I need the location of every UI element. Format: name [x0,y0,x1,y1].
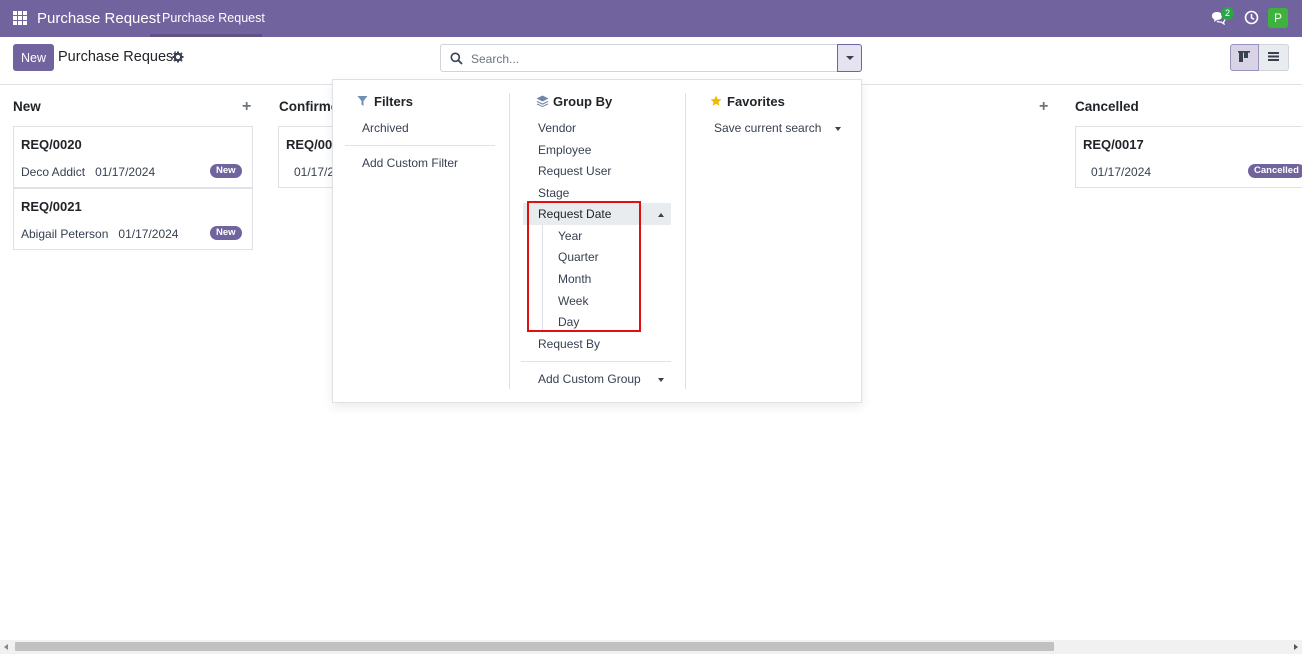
card-reference: REQ/0020 [21,137,82,152]
caret-down-icon[interactable] [658,378,664,382]
user-avatar[interactable]: P [1268,8,1288,28]
status-badge: New [210,226,242,240]
list-icon [1268,52,1279,61]
add-card-icon[interactable]: + [242,98,251,116]
horizontal-scrollbar[interactable] [0,640,1302,654]
kanban-view-button[interactable] [1230,44,1259,71]
app-title[interactable]: Purchase Request [37,10,160,27]
group-by-employee[interactable]: Employee [538,143,591,157]
add-custom-group[interactable]: Add Custom Group [538,372,641,386]
divider [521,361,671,362]
card-details: Abigail Peterson 01/17/2024 [21,227,178,241]
control-panel: New Purchase Request [0,37,1302,85]
card-date: 01/17/2024 [118,227,179,241]
star-icon [710,95,722,106]
scroll-right-icon[interactable] [1294,644,1298,650]
new-button[interactable]: New [13,44,54,71]
menu-item-purchase-request[interactable]: Purchase Request [162,11,265,25]
group-by-request-user[interactable]: Request User [538,164,611,178]
group-by-vendor[interactable]: Vendor [538,121,576,135]
list-view-button[interactable] [1259,44,1289,71]
clock-icon[interactable] [1244,10,1259,25]
search-options-dropdown: Filters Archived Add Custom Filter Group… [332,79,862,403]
search-icon [450,52,463,65]
card-reference: REQ/0021 [21,199,82,214]
group-by-title: Group By [553,94,613,109]
card-reference: REQ/0017 [1083,137,1144,152]
add-custom-filter[interactable]: Add Custom Filter [362,156,458,170]
annotation-highlight-box [527,201,641,332]
kanban-card[interactable]: REQ/0017 01/17/2024 Cancelled [1075,126,1302,188]
divider [509,93,510,389]
group-by-request-by[interactable]: Request By [538,337,600,351]
divider [345,145,495,146]
add-card-icon[interactable]: + [1039,98,1048,116]
top-navbar: Purchase Request Purchase Request 2 P [0,0,1302,37]
filter-archived[interactable]: Archived [362,121,409,135]
layers-icon [536,95,549,107]
divider [685,93,686,389]
card-date: 01/17/2024 [95,165,156,179]
status-badge: New [210,164,242,178]
search-box [440,44,838,72]
apps-menu-icon[interactable] [13,11,27,25]
filters-header: Filters [357,94,414,109]
scrollbar-thumb[interactable] [15,642,1054,651]
kanban-card[interactable]: REQ/0020 Deco Addict 01/17/2024 New [13,126,253,188]
card-vendor: Abigail Peterson [21,227,109,241]
gear-icon[interactable] [172,51,184,63]
chat-count-badge: 2 [1221,7,1234,20]
favorites-header: Favorites [710,94,785,109]
group-by-header: Group By [536,94,613,109]
search-input[interactable] [471,49,821,68]
favorites-title: Favorites [727,94,785,109]
group-by-stage[interactable]: Stage [538,186,569,200]
caret-up-icon [658,213,664,217]
column-title-cancelled: Cancelled [1075,99,1139,114]
search-options-toggle[interactable] [837,44,862,72]
caret-down-icon[interactable] [835,127,841,131]
save-current-search[interactable]: Save current search [714,121,821,135]
filters-title: Filters [374,94,414,109]
kanban-icon [1238,51,1250,62]
filter-icon [357,96,368,106]
caret-down-icon [846,56,854,60]
kanban-card[interactable]: REQ/0021 Abigail Peterson 01/17/2024 New [13,188,253,250]
status-badge: Cancelled [1248,164,1302,178]
card-details: Deco Addict 01/17/2024 [21,165,155,179]
scroll-left-icon[interactable] [4,644,8,650]
card-date: 01/17/2024 [1091,165,1152,179]
card-vendor: Deco Addict [21,165,86,179]
page-title: Purchase Request [58,49,178,65]
column-title-new: New [13,99,41,114]
